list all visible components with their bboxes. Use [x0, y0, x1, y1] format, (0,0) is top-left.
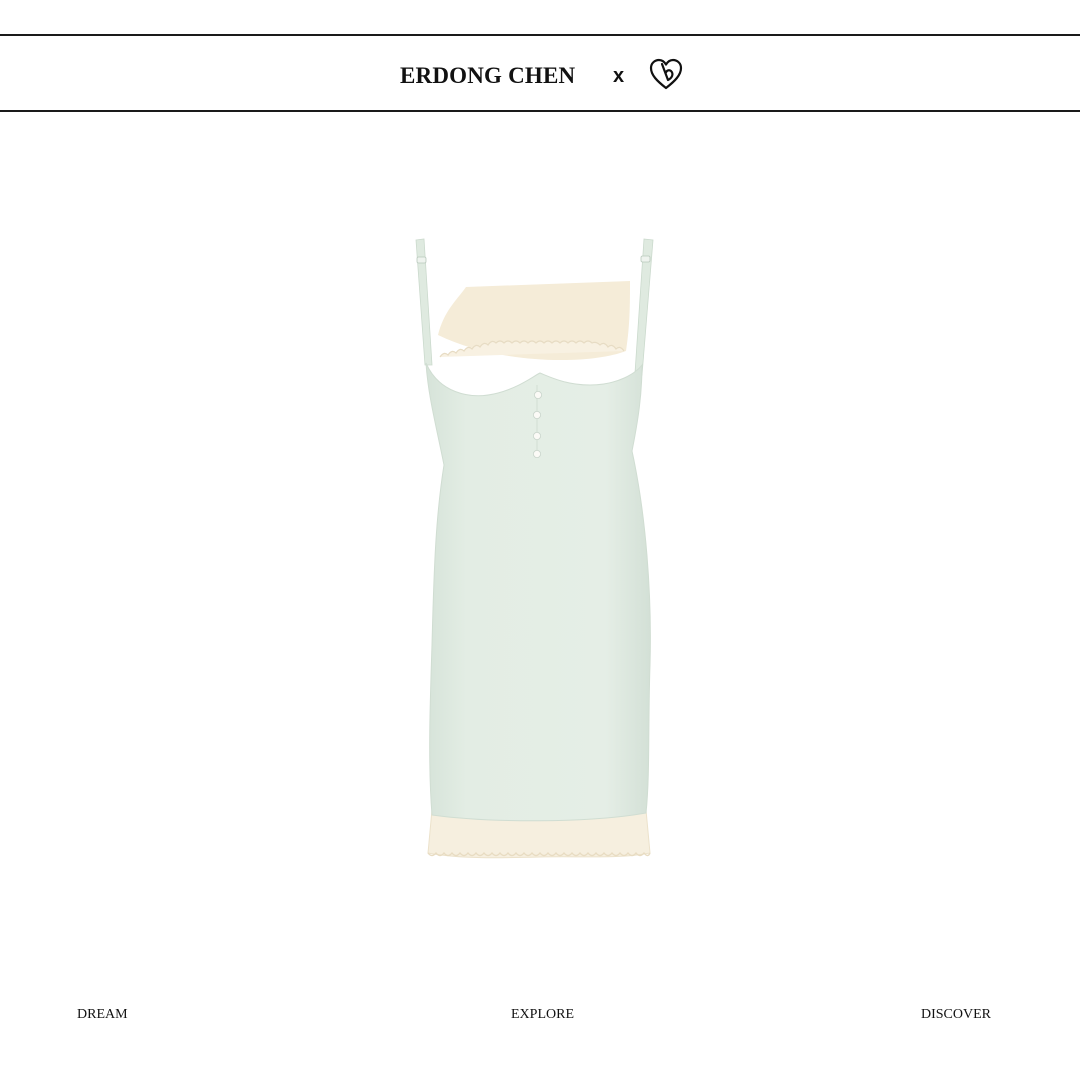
dress-body — [425, 362, 651, 822]
nav-link-dream[interactable]: DREAM — [77, 1006, 128, 1024]
product-image[interactable] — [380, 225, 700, 875]
brand-logo-text[interactable]: ERDONG CHEN — [400, 63, 575, 89]
site-header: ERDONG CHEN x — [0, 34, 1080, 112]
heart-monogram-icon[interactable] — [648, 57, 684, 91]
page: ERDONG CHEN x DREAM EXPLORE DISCOVER — [0, 0, 1080, 1080]
nav-link-discover[interactable]: DISCOVER — [921, 1006, 991, 1024]
nav-link-explore[interactable]: EXPLORE — [511, 1006, 574, 1024]
collab-separator: x — [613, 65, 625, 87]
